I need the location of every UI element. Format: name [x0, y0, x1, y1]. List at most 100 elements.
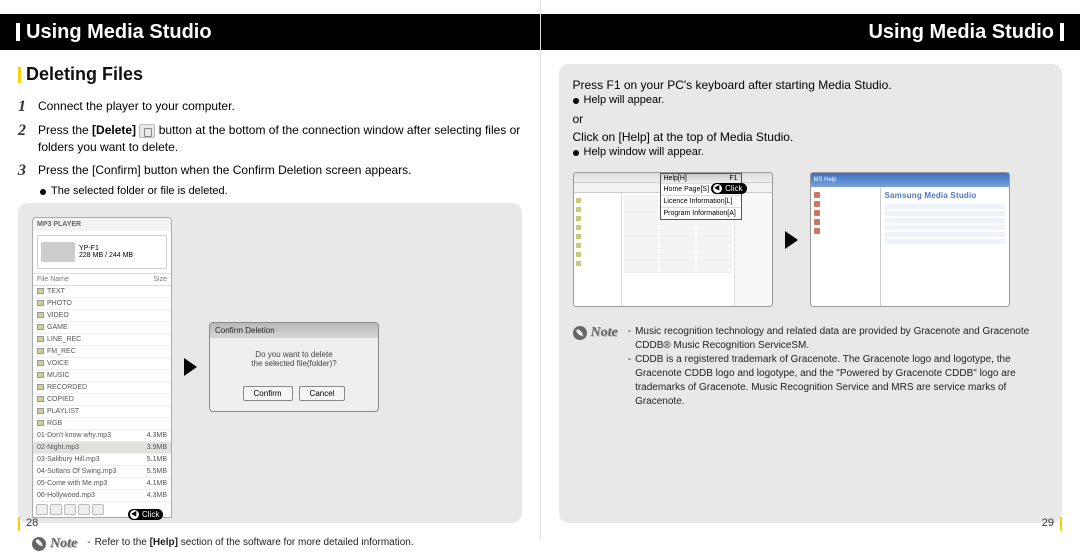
confirm-button[interactable]: Confirm: [243, 386, 293, 401]
step-body: Press the [Confirm] button when the Conf…: [38, 162, 522, 180]
step-body: Connect the player to your computer.: [38, 98, 522, 116]
click-badge-label: Click: [725, 184, 742, 193]
or-text: or: [573, 112, 892, 126]
right-page: Using Media Studio Press F1 on your PC's…: [540, 0, 1080, 539]
help-menu-popup: Help[H] F1 Home Page[S] Click Licence In…: [660, 173, 742, 220]
file-item: 03-Salibury Hill.mp35.1MB: [33, 454, 171, 466]
step-body: Press the [Delete] button at the bottom …: [38, 122, 522, 156]
mp3-wrapper: MP3 PLAYER YP-F1 228 MB / 244 MB File Na…: [32, 217, 172, 518]
header-accent-bar: [1060, 23, 1064, 41]
dialog-line2: the selected file(folder)?: [218, 359, 370, 368]
note-label: Note: [591, 325, 618, 341]
dialog-line1: Do you want to delete: [218, 350, 370, 359]
folder-item: LINE_REC: [33, 334, 171, 346]
dialog-buttons: Confirm Cancel: [210, 380, 378, 411]
page-number-accent: [18, 517, 20, 531]
note-label: Note: [50, 536, 77, 552]
folder-item: MUSIC: [33, 370, 171, 382]
file-item: 05-Come with Me.mp34.1MB: [33, 478, 171, 490]
device-info: YP-F1 228 MB / 244 MB: [79, 245, 133, 259]
header-bar-left: Using Media Studio: [0, 14, 540, 50]
page-spread: Using Media Studio Deleting Files 1 Conn…: [0, 0, 1080, 539]
help-popup-shortcut: F1: [729, 175, 737, 182]
step2-bold: [Delete]: [92, 123, 136, 137]
dialog-title: Confirm Deletion: [210, 323, 378, 338]
col-name: File Name: [37, 276, 69, 283]
file-item: 06-Hollywood.mp34.3MB: [33, 490, 171, 502]
figure-right: Press F1 on your PC's keyboard after sta…: [559, 64, 1063, 523]
help-window-body: Samsung Media Studio: [811, 187, 1009, 306]
step-number: 1: [18, 98, 38, 116]
folder-item: RGB: [33, 418, 171, 430]
note-text: Refer to the [Help] section of the softw…: [87, 536, 413, 550]
file-item: 01-Don't know why.mp34.3MB: [33, 430, 171, 442]
note-badge: ✎ Note: [573, 325, 618, 341]
right-bullet1: Help will appear.: [573, 94, 892, 106]
note-item: CDDB is a registered trademark of Gracen…: [635, 353, 1048, 409]
cancel-button[interactable]: Cancel: [299, 386, 346, 401]
click-badge: Click: [711, 183, 746, 194]
device-thumbnail: [41, 242, 75, 262]
click-badge: Click: [128, 509, 163, 520]
figure-row: MP3 PLAYER YP-F1 228 MB / 244 MB File Na…: [32, 217, 379, 518]
col-size: Size: [153, 276, 167, 283]
folder-item: PLAYLIST: [33, 406, 171, 418]
help-popup-item[interactable]: Program Information[A]: [661, 207, 741, 219]
sub-bullet: The selected folder or file is deleted.: [40, 185, 522, 197]
help-popup-title-row: Help[H] F1: [661, 174, 741, 183]
page-number-left: 28: [26, 517, 38, 529]
help-popup-item[interactable]: Licence Information[L]: [661, 195, 741, 207]
note-row-right: ✎ Note Music recognition technology and …: [573, 325, 1049, 409]
header-accent-bar: [16, 23, 20, 41]
device-box: YP-F1 228 MB / 244 MB: [37, 235, 167, 269]
confirm-dialog: Confirm Deletion Do you want to delete t…: [209, 322, 379, 412]
help-window: MS Help Samsung Media Studio: [810, 172, 1010, 307]
right-line1: Press F1 on your PC's keyboard after sta…: [573, 78, 892, 92]
help-popup-item[interactable]: Home Page[S] Click: [661, 183, 741, 195]
device-capacity: 228 MB / 244 MB: [79, 252, 133, 259]
folder-item: COPIED: [33, 394, 171, 406]
step2-pre: Press the: [38, 123, 92, 137]
left-page: Using Media Studio Deleting Files 1 Conn…: [0, 0, 540, 539]
help-content-pane: Samsung Media Studio: [881, 187, 1009, 306]
delete-icon: [139, 124, 155, 138]
note-badge: ✎ Note: [32, 536, 77, 552]
note-row-left: ✎ Note Refer to the [Help] section of th…: [32, 536, 414, 552]
section-title: Deleting Files: [18, 64, 522, 85]
step-3: 3 Press the [Confirm] button when the Co…: [18, 162, 522, 180]
arrow-right-icon: [785, 231, 798, 249]
page-number-right: 29: [1042, 517, 1054, 529]
help-window-title: MS Help: [811, 173, 1009, 187]
sub-bullet-text: The selected folder or file is deleted.: [51, 185, 228, 197]
app-window: Help[H] F1 Home Page[S] Click Licence In…: [573, 172, 773, 307]
file-list: 01-Don't know why.mp34.3MB 02-Night.mp33…: [33, 430, 171, 502]
click-badge-label: Click: [142, 510, 159, 519]
left-pane: [574, 193, 622, 306]
arrow-right-icon: [184, 358, 197, 376]
help-tree-pane: [811, 187, 881, 306]
toolbar-button[interactable]: [64, 504, 76, 515]
folder-item: TEXT: [33, 286, 171, 298]
mp3-panel: MP3 PLAYER YP-F1 228 MB / 244 MB File Na…: [32, 217, 172, 518]
help-brand: Samsung Media Studio: [885, 191, 1005, 200]
figure-left: MP3 PLAYER YP-F1 228 MB / 244 MB File Na…: [18, 203, 522, 523]
folder-item: VIDEO: [33, 310, 171, 322]
toolbar-button[interactable]: [92, 504, 104, 515]
column-headers: File Name Size: [33, 273, 171, 286]
step-number: 3: [18, 162, 38, 180]
folder-list: TEXT PHOTO VIDEO GAME LINE_REC FM_REC VO…: [33, 286, 171, 430]
help-popup-title: Help[H]: [664, 175, 687, 182]
folder-item: RECORDED: [33, 382, 171, 394]
right-bullet2: Help window will appear.: [573, 146, 892, 158]
header-title-left: Using Media Studio: [26, 21, 212, 44]
toolbar-button[interactable]: [36, 504, 48, 515]
mp3-panel-title: MP3 PLAYER: [33, 218, 171, 231]
toolbar-button[interactable]: [78, 504, 90, 515]
step-number: 2: [18, 122, 38, 156]
note-icon: ✎: [573, 326, 587, 340]
toolbar-button[interactable]: [50, 504, 62, 515]
header-title-right: Using Media Studio: [868, 21, 1054, 44]
step-2: 2 Press the [Delete] button at the botto…: [18, 122, 522, 156]
right-line2: Click on [Help] at the top of Media Stud…: [573, 130, 892, 144]
folder-item: PHOTO: [33, 298, 171, 310]
